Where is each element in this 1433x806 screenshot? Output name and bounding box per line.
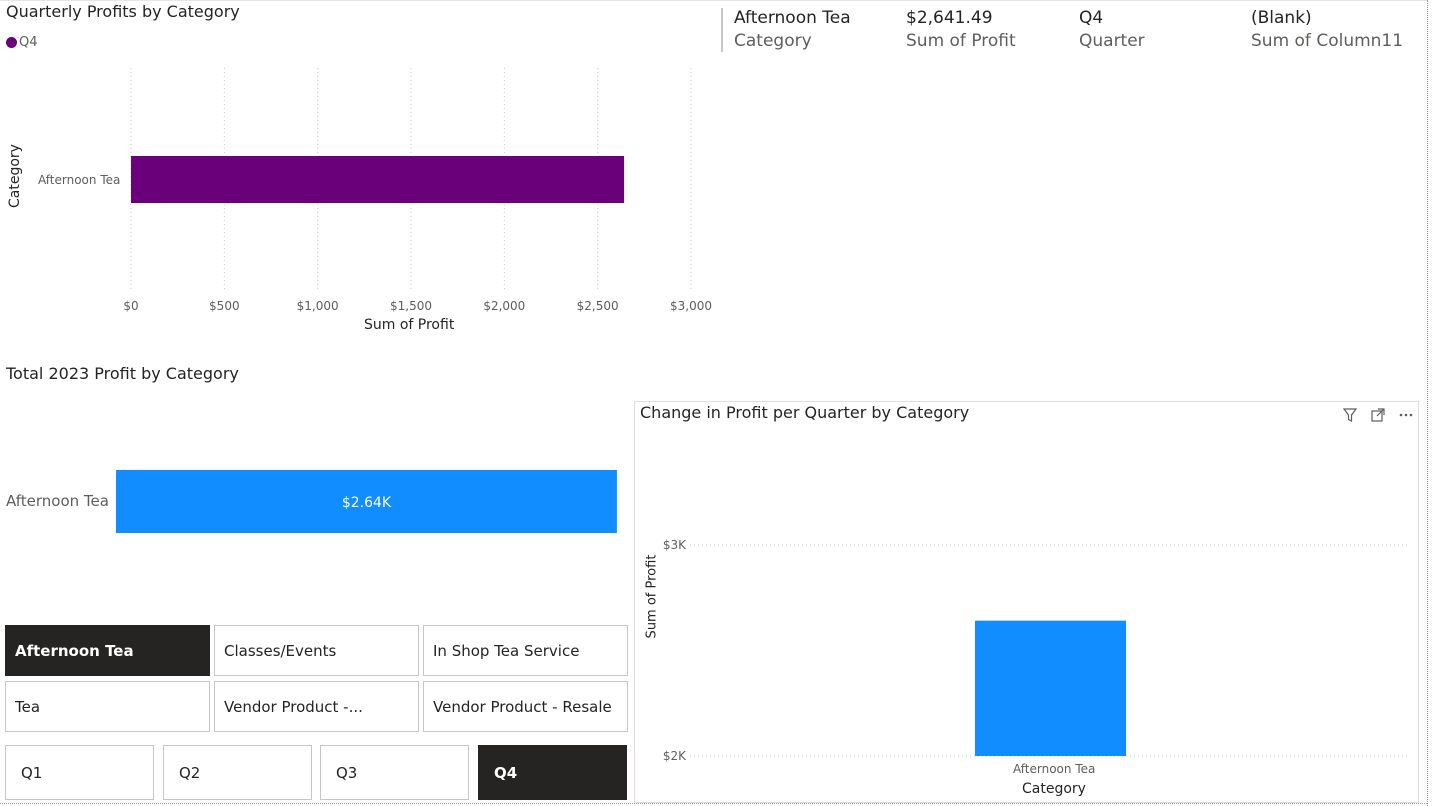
x-tick-label: $1,000: [297, 299, 339, 313]
card-category-label: Category: [734, 31, 812, 51]
y-tick-label: $3K: [663, 538, 687, 552]
x-tick-label: $1,500: [390, 299, 432, 313]
card-profit-value: $2,641.49: [906, 8, 993, 28]
change-category-label: Afternoon Tea: [1013, 762, 1096, 776]
change-profit-chart: $3K $2K: [663, 538, 1410, 763]
card-category-value: Afternoon Tea: [734, 8, 851, 28]
canvas-bottom-edge: [0, 803, 1427, 804]
tile-label: Vendor Product -...: [224, 697, 363, 716]
category-tile-vendor-product[interactable]: Vendor Product -...: [214, 681, 419, 732]
bar-afternoon-tea-change: [975, 620, 1126, 756]
tile-label: Tea: [15, 697, 41, 716]
x-tick-label: $0: [123, 299, 138, 313]
quarterly-profits-chart: $0 $500 $1,000 $1,500 $2,000 $2,500 $3,000: [123, 68, 712, 313]
tile-label: Classes/Events: [224, 641, 337, 660]
y-tick-label: $2K: [663, 749, 687, 763]
tile-label: In Shop Tea Service: [433, 641, 580, 660]
x-tick-label: $2,500: [577, 299, 619, 313]
tile-label: Q2: [179, 763, 201, 782]
total-chart-title: Total 2023 Profit by Category: [6, 364, 239, 383]
bar-data-label: $2.64K: [342, 495, 392, 511]
tile-label: Afternoon Tea: [15, 641, 134, 660]
total-profit-chart: $2.64K: [116, 470, 617, 533]
category-tile-vendor-product-resale[interactable]: Vendor Product - Resale: [423, 681, 628, 732]
category-tile-tea[interactable]: Tea: [5, 681, 210, 732]
card-column11-label: Sum of Column11: [1251, 31, 1404, 51]
x-tick-label: $500: [209, 299, 240, 313]
card-profit-label: Sum of Profit: [906, 31, 1016, 51]
card-quarter-label: Quarter: [1079, 31, 1145, 51]
tile-label: Vendor Product - Resale: [433, 697, 612, 716]
quarterly-x-axis-title: Sum of Profit: [364, 317, 455, 333]
quarter-tile-q1[interactable]: Q1: [5, 745, 154, 800]
quarter-tile-q2[interactable]: Q2: [163, 745, 312, 800]
category-tile-classes-events[interactable]: Classes/Events: [214, 625, 419, 676]
category-tile-in-shop-tea-service[interactable]: In Shop Tea Service: [423, 625, 628, 676]
tile-label: Q4: [494, 763, 518, 782]
quarter-tile-q3[interactable]: Q3: [320, 745, 469, 800]
category-tile-afternoon-tea[interactable]: Afternoon Tea: [5, 625, 210, 676]
card-column11-value: (Blank): [1251, 8, 1312, 28]
change-x-axis-title: Category: [1022, 781, 1086, 797]
bar-afternoon-tea-q4: [131, 156, 625, 203]
tile-label: Q1: [21, 763, 43, 782]
x-tick-label: $2,000: [483, 299, 525, 313]
tile-label: Q3: [336, 763, 358, 782]
card-quarter-value: Q4: [1079, 8, 1104, 28]
card-separator: [721, 8, 723, 52]
x-tick-label: $3,000: [670, 299, 712, 313]
canvas-right-edge: [1427, 0, 1428, 806]
quarter-tile-q4[interactable]: Q4: [478, 745, 627, 800]
